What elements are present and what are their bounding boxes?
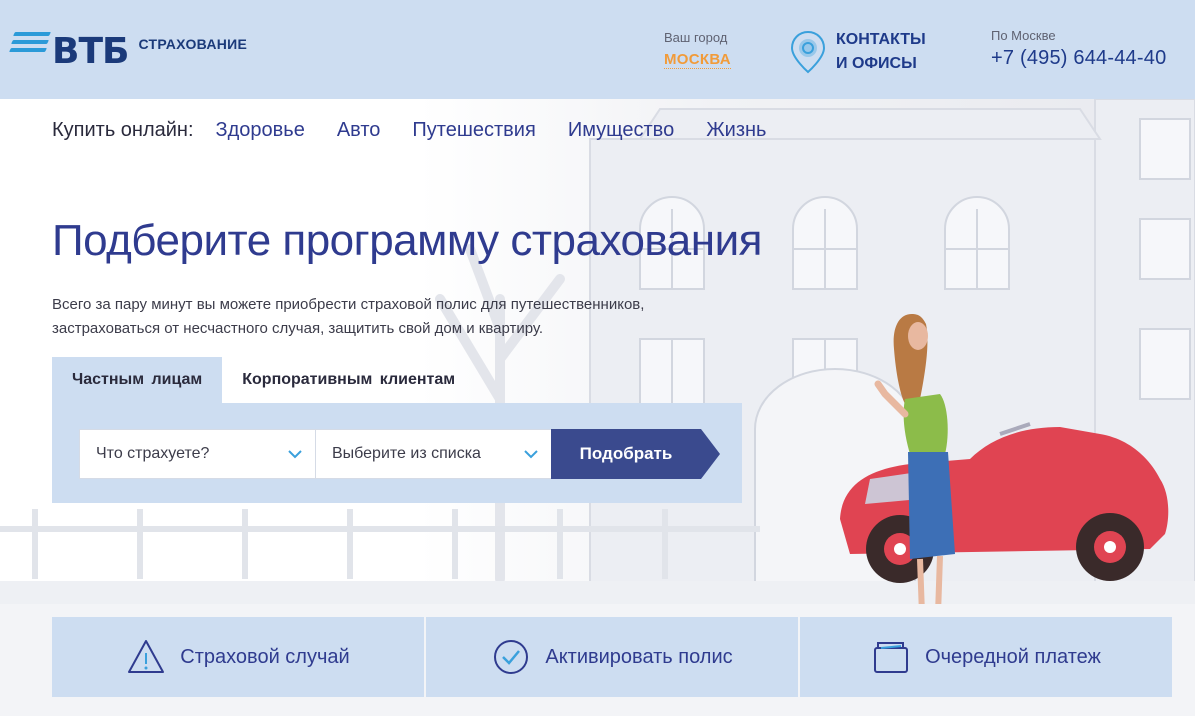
city-value-link[interactable]: МОСКВА — [664, 51, 731, 69]
next-payment-card[interactable]: Очередной платеж — [800, 617, 1172, 697]
next-payment-label: Очередной платеж — [925, 645, 1101, 668]
phone-block: По Москве +7 (495) 644-44-40 — [991, 28, 1166, 70]
buy-online-nav: Купить онлайн: Здоровье Авто Путешествия… — [52, 119, 798, 142]
woman-illustration — [874, 314, 955, 604]
phone-number-link[interactable]: +7 (495) 644-44-40 — [991, 47, 1166, 70]
hero-description-line-1: Всего за пару минут вы можете приобрести… — [52, 296, 645, 313]
insurance-picker-form: Что страхуете? Выберите из списка Подобр… — [52, 403, 742, 503]
phone-label: По Москве — [991, 28, 1056, 43]
chevron-down-icon — [524, 450, 538, 459]
nav-link-property[interactable]: Имущество — [568, 119, 674, 142]
nav-link-travel[interactable]: Путешествия — [412, 119, 535, 142]
contacts-link[interactable]: КОНТАКТЫ И ОФИСЫ — [790, 28, 926, 76]
insurance-case-label: Страховой случай — [180, 645, 350, 668]
warning-triangle-icon — [128, 640, 165, 673]
chevron-down-icon — [288, 450, 302, 459]
wallet-icon — [874, 642, 909, 673]
hero-section: Купить онлайн: Здоровье Авто Путешествия… — [0, 99, 1195, 604]
insurance-program-select-value: Выберите из списка — [332, 445, 481, 462]
tab-individuals[interactable]: Частным лицам — [52, 357, 223, 403]
quick-actions: Страховой случай Активировать полис Очер… — [52, 617, 1172, 697]
check-circle-icon — [494, 640, 529, 674]
insurance-case-card[interactable]: Страховой случай — [52, 617, 424, 697]
city-label: Ваш город — [664, 30, 728, 45]
insurance-object-select-value: Что страхуете? — [96, 445, 210, 462]
client-type-tabs: Частным лицам Корпоративным клиентам — [52, 357, 475, 403]
buy-online-label: Купить онлайн: — [52, 119, 194, 141]
pick-button[interactable]: Подобрать — [551, 429, 721, 479]
map-pin-icon — [790, 30, 826, 74]
city-selector[interactable]: Ваш город МОСКВА — [664, 30, 731, 69]
vtb-logo[interactable]: ВТБ СТРАХОВАНИЕ — [9, 28, 248, 72]
nav-link-health[interactable]: Здоровье — [216, 119, 305, 142]
insurance-program-select[interactable]: Выберите из списка — [315, 429, 552, 479]
nav-link-auto[interactable]: Авто — [337, 119, 381, 142]
insurance-object-select[interactable]: Что страхуете? — [79, 429, 316, 479]
activate-policy-card[interactable]: Активировать полис — [426, 617, 798, 697]
logo-stripes-icon — [9, 32, 51, 54]
hero-description-line-2: застраховаться от несчастного случая, за… — [52, 320, 544, 337]
pick-button-label: Подобрать — [579, 444, 673, 463]
logo-subtext: СТРАХОВАНИЕ — [138, 36, 248, 52]
activate-policy-label: Активировать полис — [545, 645, 733, 668]
logo-text: ВТБ — [52, 31, 129, 72]
tab-corporate[interactable]: Корпоративным клиентам — [222, 357, 475, 403]
hero-title: Подберите программу страхования — [52, 216, 762, 265]
hero-description: Всего за пару минут вы можете приобрести… — [52, 293, 702, 341]
site-header: ВТБ СТРАХОВАНИЕ Ваш город МОСКВА КОНТАКТ… — [0, 0, 1195, 99]
nav-link-life[interactable]: Жизнь — [706, 119, 766, 142]
contacts-line-1: КОНТАКТЫ — [836, 31, 926, 48]
contacts-line-2: И ОФИСЫ — [836, 55, 917, 72]
